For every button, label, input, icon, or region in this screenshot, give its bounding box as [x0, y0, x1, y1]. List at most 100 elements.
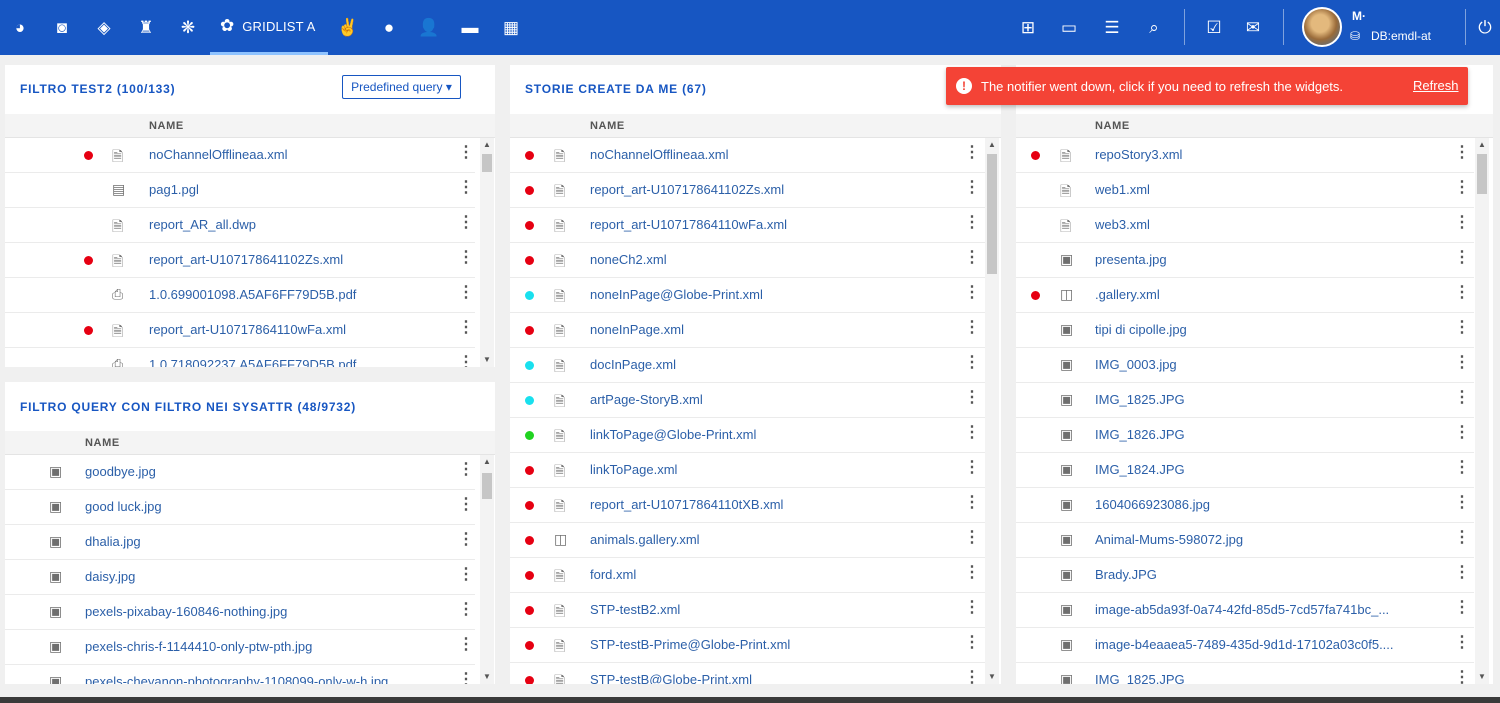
file-name[interactable]: pexels-chris-f-1144410-only-ptw-pth.jpg — [85, 639, 448, 654]
more-options-icon[interactable]: ⋮ — [458, 532, 474, 548]
list-item[interactable]: 🗎 repoStory3.xml ⋮ — [1016, 138, 1474, 173]
more-options-icon[interactable]: ⋮ — [1454, 495, 1470, 511]
more-options-icon[interactable]: ⋮ — [458, 602, 474, 618]
more-options-icon[interactable]: ⋮ — [964, 355, 980, 371]
scrollbar-thumb[interactable] — [987, 154, 997, 274]
file-name[interactable]: report_AR_all.dwp — [149, 217, 448, 232]
more-options-icon[interactable]: ⋮ — [1454, 670, 1470, 685]
file-name[interactable]: 1.0.699001098.A5AF6FF79D5B.pdf — [149, 287, 448, 302]
file-name[interactable]: Brady.JPG — [1095, 567, 1444, 582]
list-item[interactable]: ◫ .gallery.xml ⋮ — [1016, 278, 1474, 313]
more-options-icon[interactable]: ⋮ — [458, 462, 474, 478]
file-name[interactable]: report_art-U10717864110tXB.xml — [590, 497, 954, 512]
list-item[interactable]: 🗎 noneInPage@Globe-Print.xml ⋮ — [510, 278, 985, 313]
more-options-icon[interactable]: ⋮ — [964, 460, 980, 476]
list-item[interactable]: ▣ dhalia.jpg ⋮ — [5, 525, 475, 560]
more-options-icon[interactable]: ⋮ — [458, 250, 474, 266]
list-item[interactable]: ▣ IMG_1826.JPG ⋮ — [1016, 418, 1474, 453]
column-header[interactable]: NAME — [5, 114, 495, 138]
more-options-icon[interactable]: ⋮ — [1454, 600, 1470, 616]
hand-peace-icon[interactable]: ✌ — [327, 0, 369, 55]
more-options-icon[interactable]: ⋮ — [964, 250, 980, 266]
more-options-icon[interactable]: ⋮ — [1454, 285, 1470, 301]
column-header[interactable]: NAME — [510, 114, 1001, 138]
list-item[interactable]: 🗎 noneCh2.xml ⋮ — [510, 243, 985, 278]
list-item[interactable]: ▣ Animal-Mums-598072.jpg ⋮ — [1016, 523, 1474, 558]
file-name[interactable]: web1.xml — [1095, 182, 1444, 197]
list-item[interactable]: 🗎 ford.xml ⋮ — [510, 558, 985, 593]
mail-icon[interactable]: ✉ — [1232, 0, 1274, 55]
file-name[interactable]: artPage-StoryB.xml — [590, 392, 954, 407]
scrollbar[interactable]: ▲ ▼ — [480, 455, 494, 684]
scroll-down-arrow-icon[interactable]: ▼ — [985, 672, 999, 681]
file-name[interactable]: 1604066923086.jpg — [1095, 497, 1444, 512]
file-name[interactable]: ford.xml — [590, 567, 954, 582]
file-name[interactable]: pexels-cheyanon-photography-1108099-only… — [85, 674, 448, 684]
file-name[interactable]: web3.xml — [1095, 217, 1444, 232]
task-list-icon[interactable]: ☑ — [1193, 0, 1235, 55]
file-name[interactable]: noneInPage@Globe-Print.xml — [590, 287, 954, 302]
more-options-icon[interactable]: ⋮ — [964, 145, 980, 161]
more-options-icon[interactable]: ⋮ — [964, 215, 980, 231]
list-item[interactable]: 🗎 noChannelOfflineaa.xml ⋮ — [510, 138, 985, 173]
list-item[interactable]: 🗎 report_art-U10717864110wFa.xml ⋮ — [510, 208, 985, 243]
list-item[interactable]: 🗎 report_art-U10717864110wFa.xml ⋮ — [5, 313, 475, 348]
paw-icon[interactable]: ❋ — [167, 0, 209, 55]
file-name[interactable]: 1.0.718092237.A5AF6FF79D5B.pdf — [149, 357, 448, 367]
file-name[interactable]: good luck.jpg — [85, 499, 448, 514]
folder-open-icon[interactable]: ▭ — [1048, 0, 1090, 55]
folder-icon[interactable]: ▬ — [449, 0, 491, 55]
user-list-icon[interactable]: ☰ — [1091, 0, 1133, 55]
list-item[interactable]: 🗎 report_art-U107178641102Zs.xml ⋮ — [510, 173, 985, 208]
file-name[interactable]: .gallery.xml — [1095, 287, 1444, 302]
file-name[interactable]: dhalia.jpg — [85, 534, 448, 549]
more-options-icon[interactable]: ⋮ — [458, 567, 474, 583]
list-item[interactable]: 🗎 noneInPage.xml ⋮ — [510, 313, 985, 348]
list-item[interactable]: ▣ IMG_1824.JPG ⋮ — [1016, 453, 1474, 488]
scrollbar-thumb[interactable] — [482, 473, 492, 499]
file-name[interactable]: IMG_1824.JPG — [1095, 462, 1444, 477]
castle-icon[interactable]: ♜ — [125, 0, 167, 55]
more-options-icon[interactable]: ⋮ — [458, 497, 474, 513]
more-options-icon[interactable]: ⋮ — [458, 180, 474, 196]
file-name[interactable]: animals.gallery.xml — [590, 532, 954, 547]
more-options-icon[interactable]: ⋮ — [1454, 180, 1470, 196]
file-name[interactable]: goodbye.jpg — [85, 464, 448, 479]
scrollbar[interactable]: ▲ ▼ — [1475, 138, 1489, 684]
more-options-icon[interactable]: ⋮ — [458, 672, 474, 685]
more-options-icon[interactable]: ⋮ — [1454, 145, 1470, 161]
more-options-icon[interactable]: ⋮ — [1454, 250, 1470, 266]
more-options-icon[interactable]: ⋮ — [1454, 320, 1470, 336]
scroll-down-arrow-icon[interactable]: ▼ — [480, 672, 494, 681]
file-name[interactable]: tipi di cipolle.jpg — [1095, 322, 1444, 337]
list-item[interactable]: ▣ IMG_0003.jpg ⋮ — [1016, 348, 1474, 383]
list-item[interactable]: ▣ good luck.jpg ⋮ — [5, 490, 475, 525]
scrollbar-thumb[interactable] — [1477, 154, 1487, 194]
file-name[interactable]: linkToPage@Globe-Print.xml — [590, 427, 954, 442]
more-options-icon[interactable]: ⋮ — [458, 145, 474, 161]
list-item[interactable]: ▣ image-b4eaaea5-7489-435d-9d1d-17102a03c… — [1016, 628, 1474, 663]
more-options-icon[interactable]: ⋮ — [964, 320, 980, 336]
scroll-up-arrow-icon[interactable]: ▲ — [985, 140, 999, 149]
list-item[interactable]: ▣ daisy.jpg ⋮ — [5, 560, 475, 595]
avatar[interactable] — [1302, 7, 1342, 47]
tab-gridlist-a[interactable]: ✿ GRIDLIST A — [210, 0, 328, 55]
file-name[interactable]: presenta.jpg — [1095, 252, 1444, 267]
list-item[interactable]: ▣ presenta.jpg ⋮ — [1016, 243, 1474, 278]
cat-icon[interactable]: ◙ — [41, 0, 83, 55]
list-item[interactable]: 🗎 noChannelOfflineaa.xml ⋮ — [5, 138, 475, 173]
scrollbar[interactable]: ▲ ▼ — [480, 138, 494, 367]
file-name[interactable]: IMG_1825.JPG — [1095, 392, 1444, 407]
file-name[interactable]: IMG_1825.JPG — [1095, 672, 1444, 684]
list-item[interactable]: 🗎 report_AR_all.dwp ⋮ — [5, 208, 475, 243]
more-options-icon[interactable]: ⋮ — [1454, 215, 1470, 231]
file-name[interactable]: IMG_0003.jpg — [1095, 357, 1444, 372]
file-name[interactable]: STP-testB2.xml — [590, 602, 954, 617]
more-options-icon[interactable]: ⋮ — [964, 670, 980, 685]
refresh-link[interactable]: Refresh — [1413, 78, 1459, 93]
power-icon[interactable]: ⏻ — [1464, 0, 1500, 55]
list-item[interactable]: 🗎 docInPage.xml ⋮ — [510, 348, 985, 383]
scrollbar[interactable]: ▲ ▼ — [985, 138, 999, 684]
file-name[interactable]: linkToPage.xml — [590, 462, 954, 477]
file-name[interactable]: Animal-Mums-598072.jpg — [1095, 532, 1444, 547]
